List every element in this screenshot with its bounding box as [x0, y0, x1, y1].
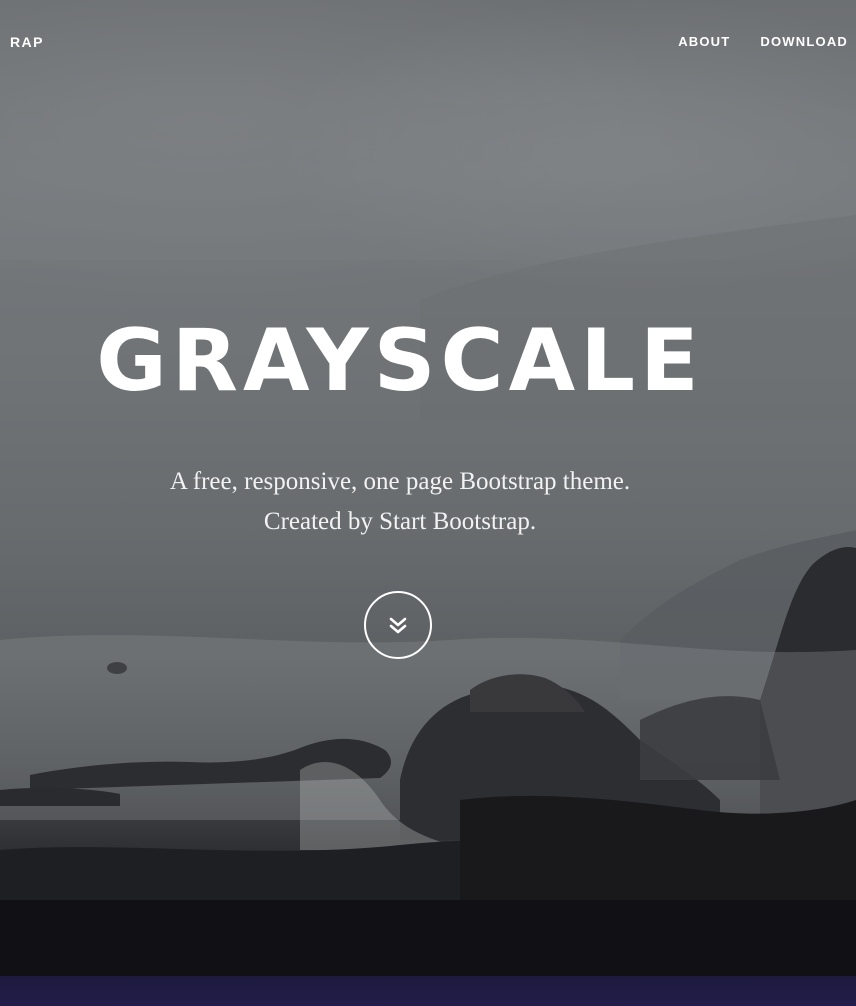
hero-subtitle-line-1: A free, responsive, one page Bootstrap t… — [169, 468, 631, 495]
hero-title: GRAYSCALE — [96, 311, 704, 411]
nav-link-about[interactable]: ABOUT — [678, 34, 730, 49]
navbar-links: ABOUT DOWNLOAD — [678, 34, 848, 49]
scroll-down-button[interactable] — [364, 591, 432, 659]
hero-subtitle: A free, responsive, one page Bootstrap t… — [0, 462, 800, 542]
hero-subtitle-line-2: Created by Start Bootstrap. — [263, 508, 537, 535]
page: RAP ABOUT DOWNLOAD GRAYSCALE A free, res… — [0, 0, 856, 1006]
double-chevron-down-icon — [389, 617, 407, 634]
next-section-band — [0, 976, 856, 1006]
navbar-brand-label[interactable]: RAP — [10, 34, 44, 50]
navbar-brand[interactable]: RAP — [0, 30, 44, 56]
nav-link-download[interactable]: DOWNLOAD — [760, 34, 848, 49]
